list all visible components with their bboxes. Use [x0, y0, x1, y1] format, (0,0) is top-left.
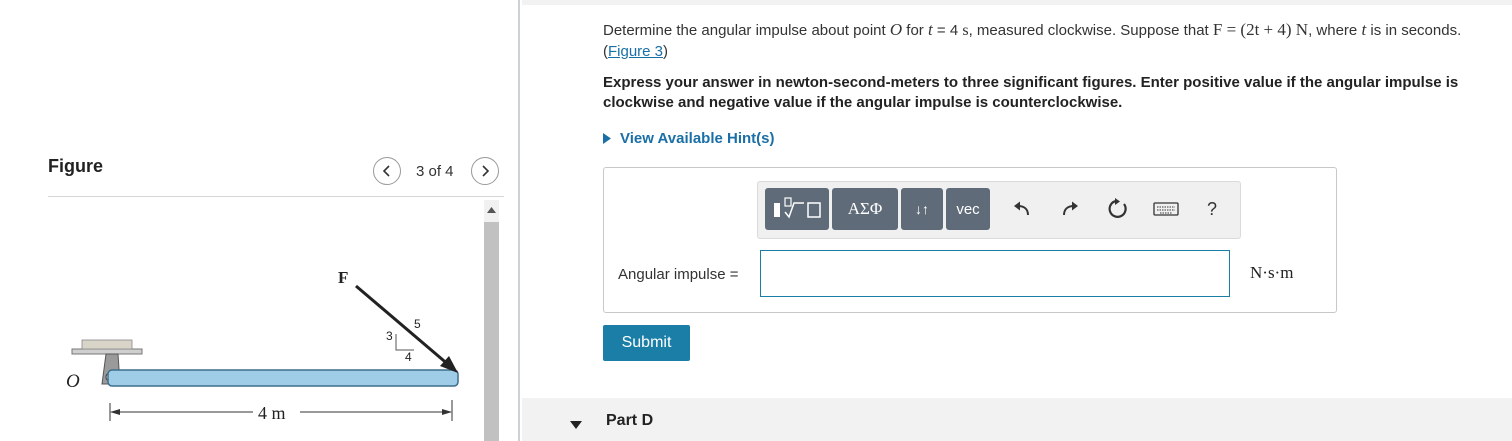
question-force-expr: F = (2t + 4) N: [1212, 20, 1309, 39]
question-where: , where: [1308, 22, 1358, 39]
figure-divider: [48, 196, 504, 197]
point-o-label: O: [66, 371, 80, 392]
answer-input[interactable]: [760, 250, 1230, 297]
length-label: 4 m: [258, 403, 286, 423]
caret-down-icon: [570, 416, 582, 434]
greek-symbols-button[interactable]: ΑΣΦ: [832, 188, 898, 230]
undo-button[interactable]: [1008, 195, 1036, 223]
answer-label: Angular impulse =: [618, 266, 739, 283]
panel-divider: [518, 0, 520, 441]
redo-button[interactable]: [1056, 195, 1084, 223]
keyboard-button[interactable]: [1150, 195, 1182, 223]
prev-figure-button[interactable]: [373, 157, 401, 185]
figure-diagram: F O 3 4 5 4 m: [66, 268, 459, 423]
arrows-button[interactable]: ↓↑: [901, 188, 943, 230]
undo-icon: [1014, 201, 1029, 216]
figure-title: Figure: [48, 156, 104, 176]
question-t-var-2: t: [1361, 20, 1367, 39]
question-tail: is in seconds.: [1370, 22, 1462, 39]
templates-button[interactable]: [765, 188, 829, 230]
view-hints-link[interactable]: View Available Hint(s): [603, 130, 775, 147]
beam: [107, 369, 459, 387]
answer-instructions: Express your answer in newton-second-met…: [603, 74, 1459, 111]
templates-icon: [774, 197, 821, 219]
support-ceiling: [81, 339, 133, 350]
slope-triangle: [395, 334, 414, 351]
part-d-label: Part D: [606, 412, 654, 429]
force-arrow: [355, 284, 451, 368]
chevron-right-icon: [482, 165, 490, 177]
figure-scrollbar-thumb[interactable]: [484, 222, 499, 441]
slope-label-4: 4: [405, 350, 412, 364]
question-text: Determine the angular impulse about poin…: [603, 20, 1462, 60]
reset-icon: [1108, 198, 1127, 218]
top-strip: [522, 0, 1512, 5]
figure-counter: 3 of 4: [416, 163, 454, 180]
next-figure-button[interactable]: [471, 157, 499, 185]
slope-label-3: 3: [386, 329, 393, 343]
support-plate: [71, 348, 143, 355]
slope-label-5: 5: [414, 317, 421, 331]
vec-button[interactable]: vec: [946, 188, 990, 230]
question-point: O: [889, 20, 903, 39]
redo-icon: [1063, 201, 1078, 216]
submit-button[interactable]: Submit: [603, 325, 690, 361]
question-t-var: t: [927, 20, 933, 39]
force-label: F: [338, 268, 348, 287]
question-t-value: = 4: [936, 22, 959, 39]
help-button[interactable]: ?: [1198, 195, 1226, 223]
part-d-header[interactable]: [522, 398, 1512, 441]
chevron-left-icon: [382, 165, 390, 177]
reset-button[interactable]: [1104, 195, 1132, 223]
keyboard-icon: [1153, 202, 1179, 216]
view-hints-label: View Available Hint(s): [620, 130, 775, 147]
caret-right-icon: [603, 133, 611, 144]
scroll-up-button[interactable]: [484, 200, 499, 220]
answer-unit: N·s·m: [1250, 263, 1294, 282]
question-text-start: Determine the angular impulse about poin…: [603, 22, 886, 39]
figure-link[interactable]: Figure 3: [608, 43, 663, 60]
question-for: for: [906, 22, 924, 39]
triangle-up-icon: [487, 207, 496, 213]
question-measured: , measured clockwise. Suppose that: [968, 22, 1209, 39]
